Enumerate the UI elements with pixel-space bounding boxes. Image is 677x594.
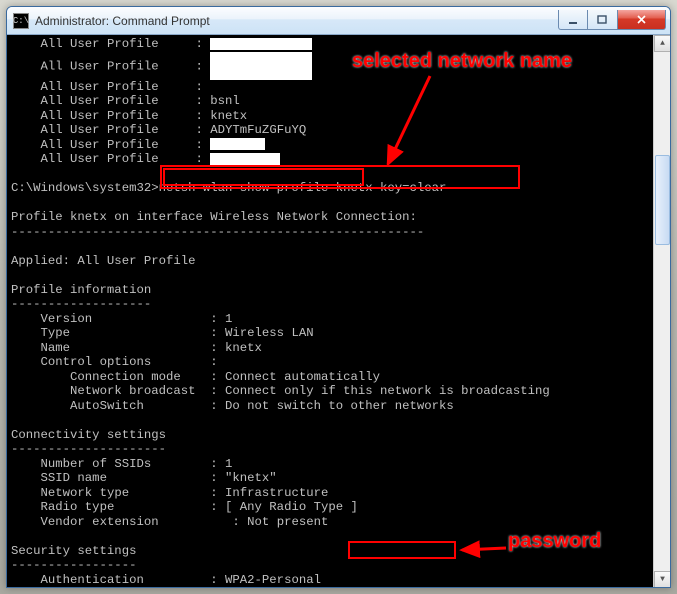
window-title: Administrator: Command Prompt <box>35 14 558 28</box>
maximize-button[interactable] <box>588 10 618 30</box>
redacted <box>210 38 312 50</box>
profile-row: All User Profile <box>41 94 159 108</box>
scroll-thumb[interactable] <box>655 155 670 245</box>
section-header: Security settings <box>11 544 136 558</box>
profile-row: All User Profile <box>41 123 159 137</box>
scroll-up-button[interactable]: ▲ <box>654 35 671 52</box>
close-button[interactable] <box>618 10 666 30</box>
console-output[interactable]: All User Profile : All User Profile : Al… <box>7 35 653 588</box>
profile-row: All User Profile <box>41 138 159 152</box>
command-text: key=clear <box>373 181 447 195</box>
redacted <box>210 153 280 165</box>
cmd-window: C:\ Administrator: Command Prompt All Us… <box>6 6 671 588</box>
vertical-scrollbar[interactable]: ▲ ▼ <box>653 35 670 588</box>
titlebar[interactable]: C:\ Administrator: Command Prompt <box>7 7 670 35</box>
command-text: netsh wlan show profile <box>159 181 336 195</box>
profile-row: All User Profile <box>41 59 159 73</box>
cmd-icon: C:\ <box>13 13 29 29</box>
minimize-button[interactable] <box>558 10 588 30</box>
profile-row: All User Profile <box>41 152 159 166</box>
output-header: Profile knetx on interface Wireless Netw… <box>11 210 417 224</box>
profile-row: All User Profile <box>41 80 159 94</box>
profile-row: All User Profile <box>41 109 159 123</box>
profile-row: All User Profile <box>41 37 159 51</box>
prompt: C:\Windows\system32> <box>11 181 159 195</box>
applied: Applied: All User Profile <box>11 254 195 268</box>
section-header: Profile information <box>11 283 151 297</box>
window-controls <box>558 11 666 30</box>
section-header: Connectivity settings <box>11 428 166 442</box>
redacted <box>210 138 265 150</box>
command-network-name: knetx <box>336 181 373 195</box>
redacted <box>210 52 312 80</box>
scroll-down-button[interactable]: ▼ <box>654 571 671 588</box>
